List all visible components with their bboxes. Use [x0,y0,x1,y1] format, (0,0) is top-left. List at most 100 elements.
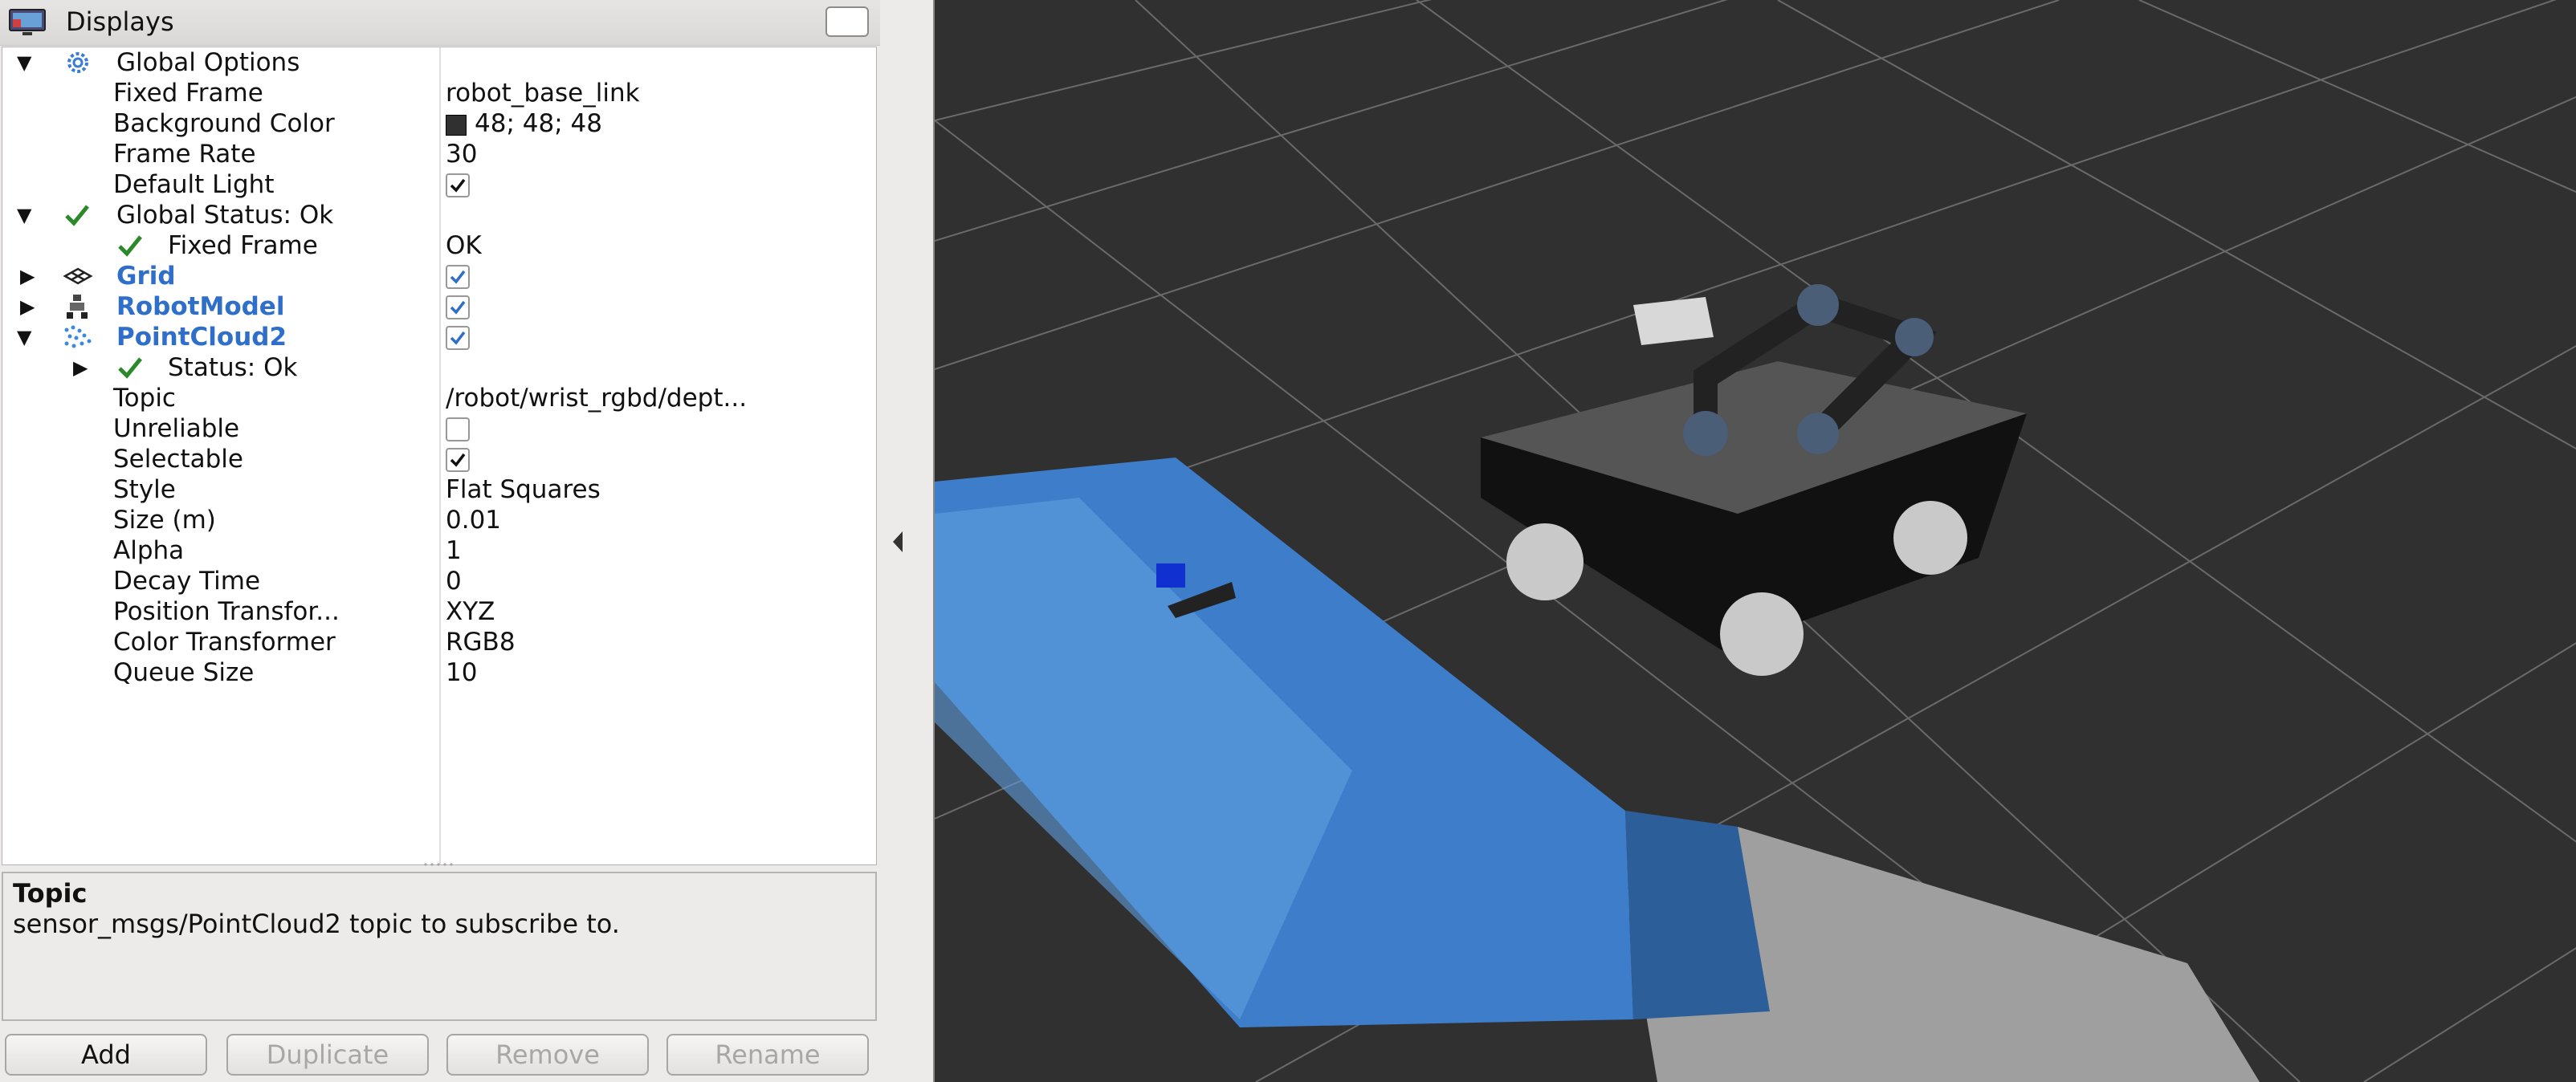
monitor-icon [9,9,46,35]
description-text: sensor_msgs/PointCloud2 topic to subscri… [13,909,620,939]
tree-label: PointCloud2 [116,323,287,352]
expand-right-icon[interactable]: ▶ [20,291,35,322]
tree-row-topic[interactable]: Topic /robot/wrist_rgbd/dept... [2,383,876,413]
checkmark-icon [450,178,466,193]
property-value[interactable]: 48; 48; 48 [446,108,602,139]
property-key: Fixed Frame [113,79,263,108]
robot-icon [67,295,88,319]
duplicate-button[interactable]: Duplicate [226,1034,429,1076]
property-value[interactable]: XYZ [446,596,495,627]
tree-row-decay-time[interactable]: Decay Time 0 [2,566,876,596]
property-value[interactable]: /robot/wrist_rgbd/dept... [446,383,747,413]
add-button[interactable]: Add [5,1034,207,1076]
rename-button[interactable]: Rename [666,1034,869,1076]
splitter-handle[interactable] [421,862,459,867]
property-value[interactable]: 30 [446,139,477,169]
undock-button[interactable] [825,6,869,37]
property-value[interactable]: 10 [446,657,477,688]
unreliable-checkbox[interactable] [446,417,470,441]
property-value[interactable]: 0 [446,566,462,596]
tree-row-size[interactable]: Size (m) 0.01 [2,505,876,535]
gear-icon [67,52,88,73]
ok-check-icon [118,235,142,257]
tree-row-position-transformer[interactable]: Position Transfor... XYZ [2,596,876,627]
tree-row-frame-rate[interactable]: Frame Rate 30 [2,139,876,169]
tree-row-selectable[interactable]: Selectable [2,444,876,474]
robot-wheel [1720,592,1804,676]
tree-row-grid[interactable]: ▶ Grid [2,261,876,291]
blue-cube [1156,563,1185,588]
tree-label: Global Status: Ok [116,201,334,230]
tree-row-default-light[interactable]: Default Light [2,169,876,200]
property-key: Decay Time [113,567,261,596]
description-title: Topic [13,878,88,909]
checkmark-icon [450,300,466,315]
robot-gripper [1633,297,1714,345]
property-key: Style [113,475,176,504]
tree-row-fixed-frame[interactable]: Fixed Frame robot_base_link [2,78,876,108]
ok-check-icon [118,357,142,379]
tree-row-pointcloud2[interactable]: ▼ PointCloud2 [2,322,876,352]
expand-down-icon[interactable]: ▼ [17,322,31,352]
robot-model-enabled-checkbox[interactable] [446,295,470,319]
tree-row-alpha[interactable]: Alpha 1 [2,535,876,566]
tree-row-style[interactable]: Style Flat Squares [2,474,876,505]
tree-row-global-options[interactable]: ▼ Global Options [2,47,876,78]
robot-wheel [1893,501,1967,575]
tree-row-unreliable[interactable]: Unreliable [2,413,876,444]
tree-row-status-fixed-frame[interactable]: Fixed Frame OK [2,230,876,261]
tree-label: Grid [116,262,176,291]
tree-label: Global Options [116,48,300,77]
checkmark-icon [450,453,466,467]
property-key: Color Transformer [113,628,336,657]
default-light-checkbox[interactable] [446,173,470,197]
tree-row-global-status[interactable]: ▼ Global Status: Ok [2,200,876,230]
property-value[interactable]: 0.01 [446,505,501,535]
color-swatch [446,114,467,136]
color-value: 48; 48; 48 [475,109,602,138]
grid-icon [63,267,93,285]
3d-scene[interactable] [935,0,2576,1082]
tree-row-background-color[interactable]: Background Color 48; 48; 48 [2,108,876,139]
collapse-left-icon[interactable] [887,522,909,562]
property-key: Topic [113,384,176,413]
tree-row-robot-model[interactable]: ▶ RobotModel [2,291,876,322]
property-key: Alpha [113,536,185,565]
displays-tree[interactable]: ▼ Global Options Fixed Frame robot_base_… [2,47,877,865]
tree-row-pointcloud-status[interactable]: ▶ Status: Ok [2,352,876,383]
checkmark-icon [450,331,466,345]
tree-label: RobotModel [116,292,285,321]
expand-down-icon[interactable]: ▼ [17,47,31,78]
ok-check-icon [65,205,89,226]
grid-enabled-checkbox[interactable] [446,265,470,289]
property-key: Fixed Frame [168,231,318,260]
property-value[interactable]: RGB8 [446,627,516,657]
pointcloud-enabled-checkbox[interactable] [446,326,470,350]
property-key: Unreliable [113,414,240,443]
property-key: Background Color [113,109,335,138]
property-value: OK [446,231,482,260]
property-key: Default Light [113,170,275,199]
property-description: Topic sensor_msgs/PointCloud2 topic to s… [2,872,877,1021]
expand-right-icon[interactable]: ▶ [20,261,35,291]
3d-viewport[interactable] [933,0,2576,1082]
property-key: Position Transfor... [113,597,340,626]
expand-right-icon[interactable]: ▶ [73,352,88,383]
selectable-checkbox[interactable] [446,448,470,472]
property-key: Frame Rate [113,140,256,169]
displays-title-bar: Displays [0,0,880,46]
property-key: Selectable [113,445,243,474]
property-value[interactable]: robot_base_link [446,78,640,108]
displays-title: Displays [66,6,174,37]
property-value[interactable]: 1 [446,535,462,566]
property-value[interactable]: Flat Squares [446,474,601,505]
displays-panel: Displays ▼ Global Options Fixed Frame ro… [0,0,880,1082]
tree-label: Status: Ok [168,353,298,382]
tree-row-color-transformer[interactable]: Color Transformer RGB8 [2,627,876,657]
property-key: Size (m) [113,506,216,535]
expand-down-icon[interactable]: ▼ [17,200,31,230]
tree-row-queue-size[interactable]: Queue Size 10 [2,657,876,688]
property-key: Queue Size [113,658,255,687]
robot-wheel [1506,523,1584,600]
remove-button[interactable]: Remove [446,1034,649,1076]
